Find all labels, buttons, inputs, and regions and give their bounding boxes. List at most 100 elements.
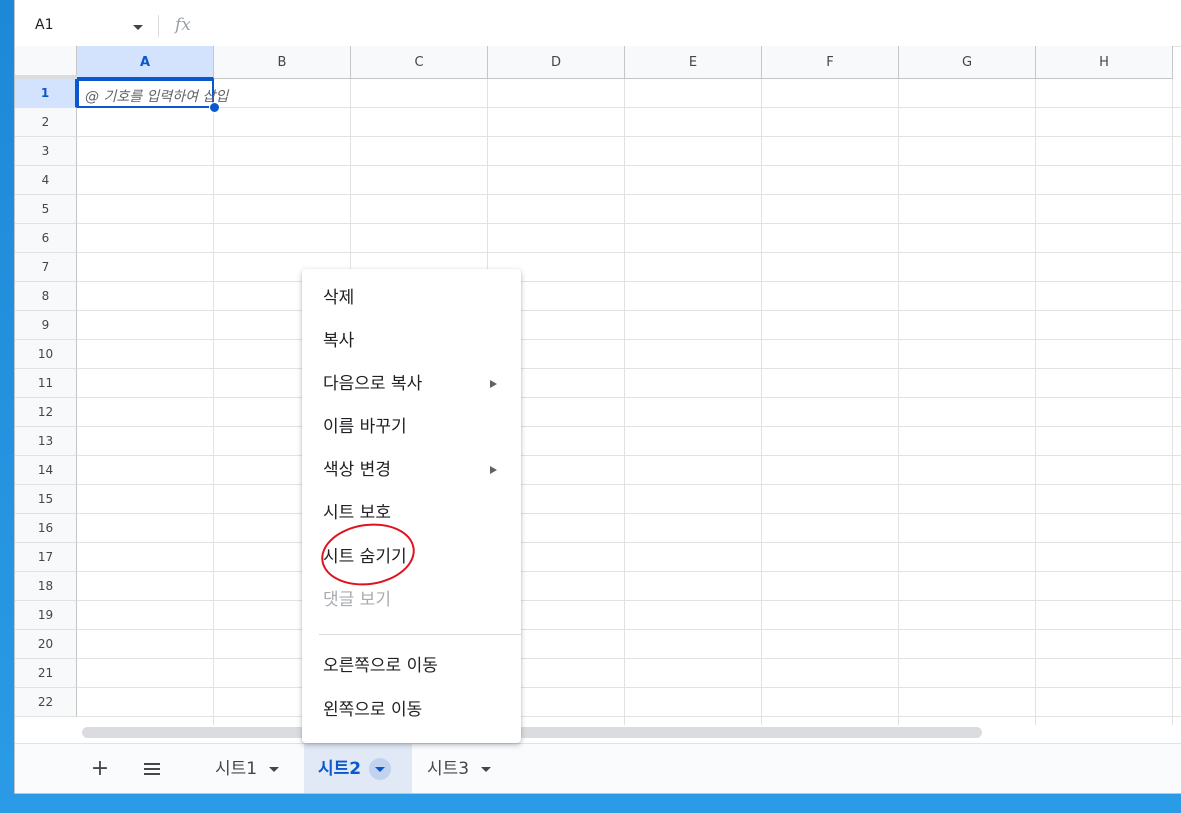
grid-line — [761, 79, 762, 743]
menu-item-delete[interactable]: 삭제 — [302, 277, 521, 320]
column-header[interactable]: H — [1036, 46, 1173, 79]
row-header[interactable]: 10 — [15, 340, 77, 369]
menu-item-hide-sheet[interactable]: 시트 숨기기 — [302, 536, 521, 579]
submenu-arrow-icon — [490, 466, 497, 474]
grid-line — [77, 455, 1181, 456]
sheet-tab-bar: + 시트1 시트2 시트3 — [15, 743, 1181, 793]
column-header[interactable]: D — [488, 46, 625, 79]
menu-item-copy-to[interactable]: 다음으로 복사 — [302, 363, 521, 406]
sheet-tab-label: 시트1 — [215, 759, 258, 779]
menu-item-label: 이름 바꾸기 — [323, 417, 407, 437]
grid-line — [77, 107, 1181, 108]
add-sheet-button[interactable]: + — [87, 756, 113, 782]
row-header[interactable]: 1 — [15, 79, 77, 108]
column-header[interactable]: F — [762, 46, 899, 79]
menu-item-move-right[interactable]: 오른쪽으로 이동 — [302, 645, 521, 688]
column-header[interactable]: C — [351, 46, 488, 79]
cell-placeholder-hint: @ 기호를 입력하여 삽입 — [85, 89, 229, 105]
menu-line — [144, 768, 160, 770]
sheet-tab-2[interactable]: 시트2 — [304, 744, 412, 793]
row-header[interactable]: 9 — [15, 311, 77, 340]
column-header[interactable]: E — [625, 46, 762, 79]
sheet-tab-1[interactable]: 시트1 — [201, 744, 304, 793]
sheet-context-menu: 삭제 복사 다음으로 복사 이름 바꾸기 색상 변경 시트 보호 시트 숨기기 … — [302, 269, 521, 743]
menu-line — [144, 763, 160, 765]
grid-line — [77, 513, 1181, 514]
row-header[interactable]: 4 — [15, 166, 77, 195]
grid-line — [77, 629, 1181, 630]
column-header[interactable]: G — [899, 46, 1036, 79]
row-header[interactable]: 2 — [15, 108, 77, 137]
row-header[interactable]: 8 — [15, 282, 77, 311]
menu-item-label: 복사 — [323, 331, 355, 351]
horizontal-scrollbar-thumb[interactable] — [82, 727, 982, 738]
grid-line — [77, 281, 1181, 282]
chevron-down-icon[interactable] — [269, 766, 280, 772]
menu-item-label: 시트 보호 — [323, 503, 391, 523]
grid-line — [77, 339, 1181, 340]
fx-icon: fx — [175, 15, 191, 35]
chevron-down-icon[interactable] — [481, 766, 492, 772]
row-header[interactable]: 15 — [15, 485, 77, 514]
row-header[interactable]: 13 — [15, 427, 77, 456]
row-header[interactable]: 11 — [15, 369, 77, 398]
formula-bar: A1 fx — [15, 0, 1181, 47]
grid-line — [77, 426, 1181, 427]
cell-area[interactable]: @ 기호를 입력하여 삽입 — [77, 79, 1181, 743]
grid-line — [77, 542, 1181, 543]
menu-item-view-comments: 댓글 보기 — [302, 579, 521, 622]
grid-line — [77, 716, 1181, 717]
menu-item-label: 댓글 보기 — [323, 590, 391, 610]
grid-line — [213, 79, 214, 743]
column-header[interactable]: B — [214, 46, 351, 79]
row-header[interactable]: 7 — [15, 253, 77, 282]
menu-item-protect-sheet[interactable]: 시트 보호 — [302, 492, 521, 535]
menu-item-label: 오른쪽으로 이동 — [323, 656, 438, 676]
menu-item-label: 왼쪽으로 이동 — [323, 700, 423, 720]
name-box-dropdown-icon[interactable] — [133, 25, 143, 30]
sheet-tab-label: 시트3 — [427, 759, 470, 779]
menu-item-label: 시트 숨기기 — [323, 547, 407, 567]
grid-line — [77, 194, 1181, 195]
row-header[interactable]: 22 — [15, 688, 77, 717]
row-header[interactable]: 5 — [15, 195, 77, 224]
row-header[interactable]: 19 — [15, 601, 77, 630]
row-header[interactable]: 14 — [15, 456, 77, 485]
row-header[interactable]: 17 — [15, 543, 77, 572]
sheets-window: A1 fx A B C D E F G H 1 2 3 4 5 6 7 8 9 — [14, 0, 1181, 794]
grid-line — [77, 658, 1181, 659]
grid-line — [77, 252, 1181, 253]
menu-item-rename[interactable]: 이름 바꾸기 — [302, 406, 521, 449]
grid-line — [1035, 79, 1036, 743]
menu-item-move-left[interactable]: 왼쪽으로 이동 — [302, 689, 521, 732]
name-box[interactable]: A1 — [35, 17, 53, 33]
grid-line — [77, 310, 1181, 311]
menu-item-label: 삭제 — [323, 288, 355, 308]
column-header[interactable]: A — [77, 46, 214, 79]
selected-cell-a1[interactable]: @ 기호를 입력하여 삽입 — [77, 79, 228, 108]
grid-line — [77, 368, 1181, 369]
grid-line — [77, 571, 1181, 572]
grid-line — [624, 79, 625, 743]
row-header[interactable]: 20 — [15, 630, 77, 659]
grid-line — [77, 600, 1181, 601]
grid-line — [77, 165, 1181, 166]
sheet-tab-label: 시트2 — [318, 759, 362, 779]
select-all-corner[interactable] — [15, 46, 77, 79]
menu-item-change-color[interactable]: 색상 변경 — [302, 449, 521, 492]
chevron-down-icon[interactable] — [369, 758, 392, 780]
row-header[interactable]: 6 — [15, 224, 77, 253]
grid-line — [77, 484, 1181, 485]
fill-handle[interactable] — [209, 102, 220, 113]
menu-item-label: 다음으로 복사 — [323, 374, 423, 394]
grid-line — [1172, 79, 1173, 743]
row-header[interactable]: 3 — [15, 137, 77, 166]
row-header[interactable]: 12 — [15, 398, 77, 427]
row-header[interactable]: 16 — [15, 514, 77, 543]
row-header[interactable]: 18 — [15, 572, 77, 601]
menu-item-copy[interactable]: 복사 — [302, 320, 521, 363]
grid-line — [77, 397, 1181, 398]
sheet-tab-3[interactable]: 시트3 — [413, 744, 516, 793]
row-header[interactable]: 21 — [15, 659, 77, 688]
all-sheets-menu-icon[interactable] — [139, 756, 165, 782]
